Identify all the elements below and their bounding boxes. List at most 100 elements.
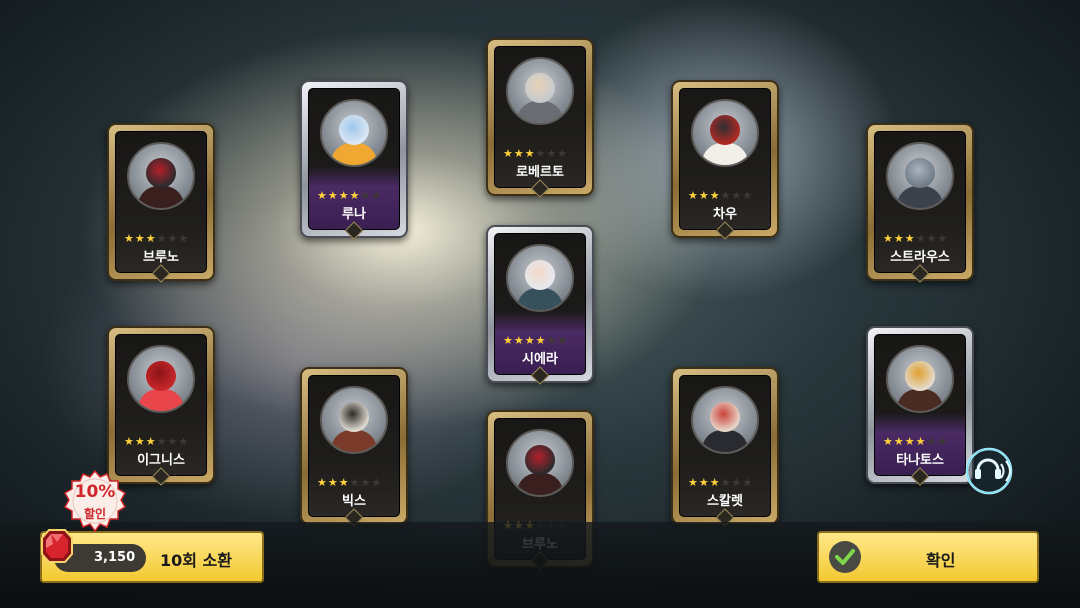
star-icon: ★ [317, 189, 328, 202]
confirm-button-label: 확인 [926, 551, 956, 570]
card-inner: ★★★★★★ 시에라 [494, 233, 586, 385]
star-icon: ★ [904, 232, 916, 245]
portrait-body [517, 101, 563, 123]
star-icon: ★ [893, 435, 905, 448]
star-icon: ★ [546, 147, 558, 160]
hero-card-chau[interactable]: ★★★★★★ 차우 [671, 80, 779, 240]
discount-badge: 10% 할인 [63, 469, 127, 533]
star-rating: ★★★★★★ [503, 334, 568, 347]
card-inner: ★★★★★★ 차우 [679, 88, 771, 240]
hero-portrait [886, 142, 954, 210]
check-icon [829, 541, 861, 573]
hero-portrait [506, 244, 574, 312]
star-icon: ★ [926, 232, 938, 245]
star-icon: ★ [349, 476, 361, 489]
star-icon: ★ [503, 334, 514, 347]
hero-name: 타나토스 [896, 453, 944, 468]
hero-card-luna[interactable]: ★★★★★★ 루나 [300, 80, 408, 240]
star-icon: ★ [926, 435, 938, 448]
hero-portrait [320, 99, 388, 167]
star-icon: ★ [720, 189, 732, 202]
hero-portrait [127, 345, 195, 413]
hero-card-roberto[interactable]: ★★★★★★ 로베르토 [486, 38, 594, 198]
hero-portrait [506, 57, 574, 125]
star-icon: ★ [937, 232, 949, 245]
portrait-head [525, 445, 555, 475]
star-rating: ★★★★★★ [883, 232, 948, 245]
card-inner: ★★★★★★ 브루노 [115, 131, 207, 283]
portrait-head [525, 73, 555, 103]
hero-portrait [506, 429, 574, 497]
discount-label: 할인 [83, 507, 107, 521]
hero-name: 시에라 [522, 352, 558, 367]
star-icon: ★ [503, 147, 514, 160]
voice-chat-icon[interactable] [962, 442, 1020, 500]
summon-button-label: 10회 소환 [160, 551, 232, 570]
portrait-head [339, 402, 369, 432]
star-icon: ★ [742, 189, 754, 202]
hero-portrait [320, 386, 388, 454]
portrait-head [710, 402, 740, 432]
hero-portrait [691, 99, 759, 167]
hero-card-ignis[interactable]: ★★★★★★ 이그니스 [107, 326, 215, 486]
hero-card-bix[interactable]: ★★★★★★ 빅스 [300, 367, 408, 527]
portrait-head [905, 361, 935, 391]
star-icon: ★ [557, 334, 569, 347]
frame-emblem-icon [344, 221, 364, 240]
star-icon: ★ [134, 435, 146, 448]
hero-name: 스칼렛 [707, 494, 743, 509]
star-icon: ★ [742, 476, 754, 489]
star-icon: ★ [524, 147, 536, 160]
star-icon: ★ [338, 476, 350, 489]
card-inner: ★★★★★★ 빅스 [308, 375, 400, 527]
star-icon: ★ [915, 435, 927, 448]
frame-emblem-icon [530, 366, 550, 385]
hero-name: 브루노 [143, 250, 179, 265]
star-icon: ★ [698, 476, 710, 489]
hero-card-siera[interactable]: ★★★★★★ 시에라 [486, 225, 594, 385]
star-icon: ★ [709, 189, 721, 202]
hero-name: 이그니스 [137, 453, 185, 468]
star-icon: ★ [937, 435, 949, 448]
star-icon: ★ [178, 232, 190, 245]
summon-result-screen: ★★★★★★ 브루노 ★★★★★★ 루나 ★★★★★★ 로베르토 ★★★★★★ 차우 ★★★★★… [0, 0, 1080, 608]
hero-portrait [691, 386, 759, 454]
ruby-gem-icon [41, 529, 73, 563]
star-icon: ★ [688, 189, 699, 202]
star-icon: ★ [167, 232, 179, 245]
hero-name: 스트라우스 [890, 250, 950, 265]
portrait-body [138, 389, 184, 411]
star-rating: ★★★★★★ [124, 435, 189, 448]
card-inner: ★★★★★★ 스칼렛 [679, 375, 771, 527]
hero-card-strauss[interactable]: ★★★★★★ 스트라우스 [866, 123, 974, 283]
portrait-body [517, 473, 563, 495]
summon-10x-button[interactable]: 3,150 10회 소환 [40, 529, 264, 583]
portrait-body [897, 389, 943, 411]
star-icon: ★ [535, 334, 547, 347]
frame-emblem-icon [910, 264, 930, 283]
star-icon: ★ [134, 232, 146, 245]
star-rating: ★★★★★★ [124, 232, 189, 245]
star-icon: ★ [167, 435, 179, 448]
star-icon: ★ [317, 476, 328, 489]
star-icon: ★ [709, 476, 721, 489]
portrait-head [339, 115, 369, 145]
star-icon: ★ [546, 334, 558, 347]
hero-card-scarlet[interactable]: ★★★★★★ 스칼렛 [671, 367, 779, 527]
hero-portrait [886, 345, 954, 413]
star-icon: ★ [338, 189, 350, 202]
hero-card-bruno-1[interactable]: ★★★★★★ 브루노 [107, 123, 215, 283]
portrait-head [905, 158, 935, 188]
portrait-head [146, 158, 176, 188]
star-icon: ★ [349, 189, 361, 202]
confirm-button[interactable]: 확인 [817, 531, 1039, 583]
hero-card-thanatos[interactable]: ★★★★★★ 타나토스 [866, 326, 974, 486]
star-icon: ★ [156, 435, 168, 448]
star-icon: ★ [904, 435, 916, 448]
star-icon: ★ [371, 476, 383, 489]
card-inner: ★★★★★★ 스트라우스 [874, 131, 966, 283]
star-icon: ★ [883, 232, 894, 245]
portrait-body [517, 288, 563, 310]
hero-portrait [127, 142, 195, 210]
frame-emblem-icon [910, 467, 930, 486]
